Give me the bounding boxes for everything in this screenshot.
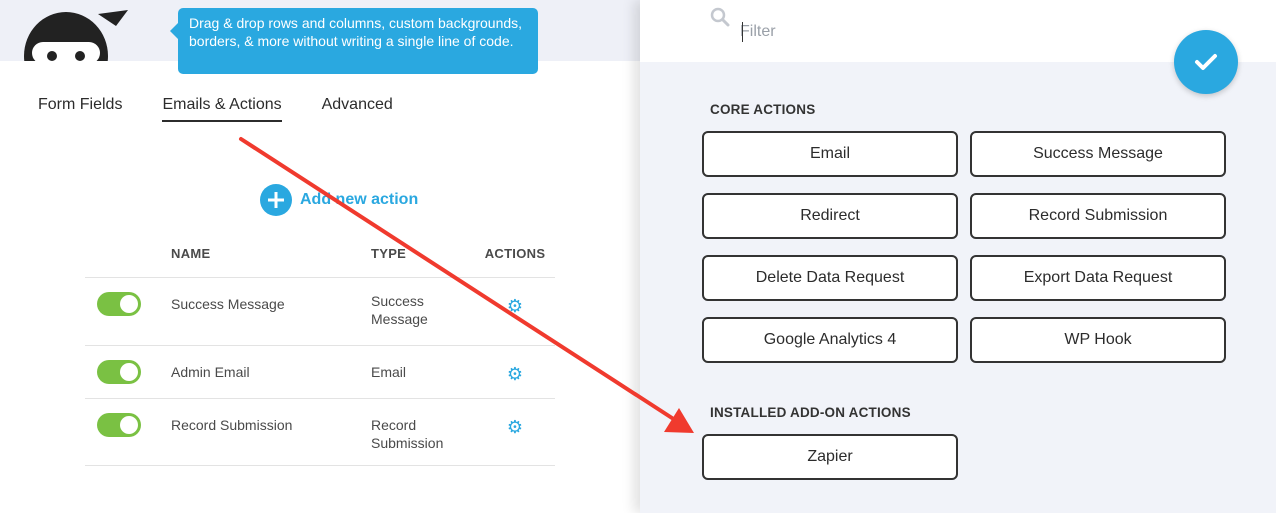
table-row: Admin Email Email ⚙ xyxy=(85,346,555,399)
addon-actions-grid: Zapier xyxy=(702,434,1226,480)
action-delete-data-request-button[interactable]: Delete Data Request xyxy=(702,255,958,301)
action-google-analytics-button[interactable]: Google Analytics 4 xyxy=(702,317,958,363)
gear-icon[interactable]: ⚙ xyxy=(507,417,523,438)
gear-icon[interactable]: ⚙ xyxy=(507,296,523,317)
table-row: Success Message Success Message ⚙ xyxy=(85,278,555,346)
enable-toggle[interactable] xyxy=(97,413,141,437)
table-row: Record Submission Record Submission ⚙ xyxy=(85,399,555,466)
action-export-data-request-button[interactable]: Export Data Request xyxy=(970,255,1226,301)
table-header: NAME TYPE ACTIONS xyxy=(85,240,555,278)
column-header-name: NAME xyxy=(171,246,211,261)
action-name: Admin Email xyxy=(171,364,250,380)
action-type: Record Submission xyxy=(371,417,444,451)
action-redirect-button[interactable]: Redirect xyxy=(702,193,958,239)
action-success-message-button[interactable]: Success Message xyxy=(970,131,1226,177)
tab-advanced[interactable]: Advanced xyxy=(322,96,393,122)
action-type: Email xyxy=(371,364,407,380)
done-button[interactable] xyxy=(1174,30,1238,94)
action-zapier-button[interactable]: Zapier xyxy=(702,434,958,480)
tab-form-fields[interactable]: Form Fields xyxy=(38,96,122,122)
filter-input[interactable] xyxy=(740,18,1140,46)
plus-circle-icon xyxy=(260,184,292,216)
ninja-logo-icon xyxy=(24,10,128,61)
enable-toggle[interactable] xyxy=(97,292,141,316)
tab-emails-actions[interactable]: Emails & Actions xyxy=(162,96,282,122)
tooltip: Drag & drop rows and columns, custom bac… xyxy=(170,8,538,74)
action-record-submission-button[interactable]: Record Submission xyxy=(970,193,1226,239)
core-actions-title: CORE ACTIONS xyxy=(710,102,816,117)
addon-actions-title: INSTALLED ADD-ON ACTIONS xyxy=(710,405,911,420)
builder-tabs: Form Fields Emails & Actions Advanced xyxy=(38,96,393,122)
column-header-type: TYPE xyxy=(371,246,407,261)
enable-toggle[interactable] xyxy=(97,360,141,384)
add-new-action-label: Add new action xyxy=(300,191,419,208)
action-email-button[interactable]: Email xyxy=(702,131,958,177)
checkmark-icon xyxy=(1195,54,1217,70)
core-actions-grid: Email Success Message Redirect Record Su… xyxy=(702,131,1226,363)
add-new-action-button[interactable]: Add new action xyxy=(260,184,418,216)
action-type: Success Message xyxy=(371,293,428,327)
action-name: Success Message xyxy=(171,296,285,312)
action-wp-hook-button[interactable]: WP Hook xyxy=(970,317,1226,363)
action-name: Record Submission xyxy=(171,417,293,433)
gear-icon[interactable]: ⚙ xyxy=(507,364,523,385)
column-header-actions: ACTIONS xyxy=(484,246,546,261)
actions-drawer: CORE ACTIONS Email Success Message Redir… xyxy=(640,0,1276,513)
actions-table: NAME TYPE ACTIONS Success Message Succes… xyxy=(85,240,555,466)
search-icon xyxy=(710,7,730,27)
